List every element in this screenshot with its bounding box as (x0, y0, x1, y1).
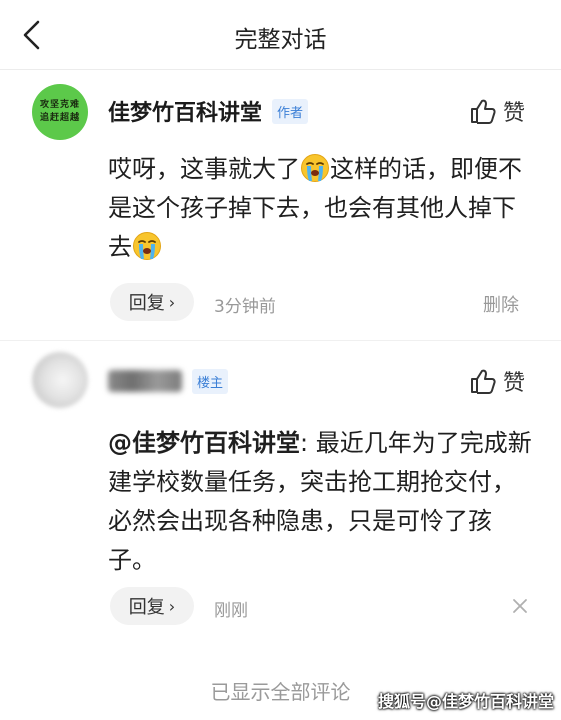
like-label: 赞 (503, 101, 526, 126)
crying-face-icon (301, 154, 329, 182)
divider (0, 340, 561, 341)
author-name-blurred[interactable] (108, 370, 182, 392)
avatar[interactable]: 攻坚克难 追赶超越 (32, 84, 88, 140)
thumbs-up-icon (471, 369, 496, 394)
comment-time: 3分钟前 (214, 297, 276, 317)
reply-label: 回复 (128, 597, 165, 618)
author-name[interactable]: 佳梦竹百科讲堂 (108, 95, 262, 127)
delete-button[interactable]: 删除 (483, 291, 519, 317)
chevron-right-icon: › (168, 596, 176, 616)
author-badge: 作者 (272, 98, 309, 124)
thumbs-up-icon (471, 99, 496, 124)
avatar[interactable] (32, 352, 88, 408)
mention-link[interactable]: @佳梦竹百科讲堂 (108, 429, 300, 457)
comment-time: 刚刚 (214, 601, 248, 621)
page-title: 完整对话 (234, 27, 327, 53)
top-bar: 完整对话 (0, 0, 561, 70)
like-button[interactable]: 赞 (469, 365, 525, 397)
like-label: 赞 (503, 371, 526, 396)
comment-text: 哎呀，这事就大了 这样的话，即便不是这个孩子掉下去，也会有其他人掉下去 (108, 150, 538, 267)
like-button[interactable]: 赞 (469, 95, 525, 127)
avatar-text-line-1: 攻坚克难 (39, 100, 80, 110)
watermark: 搜狐号@佳梦竹百科讲堂 (378, 692, 555, 711)
owner-badge: 楼主 (192, 368, 229, 394)
reply-button[interactable]: 回复 › (110, 587, 194, 625)
close-icon (513, 599, 527, 613)
chevron-right-icon: › (168, 292, 176, 312)
close-button[interactable] (510, 596, 530, 616)
author-row: 佳梦竹百科讲堂 作者 (108, 95, 309, 127)
comment-text-part-1: 哎呀，这事就大了 (108, 155, 300, 183)
comment-text: @佳梦竹百科讲堂: 最近几年为了完成新建学校数量任务，突击抢工期抢交付，必然会出… (108, 424, 538, 580)
reply-button[interactable]: 回复 › (110, 283, 194, 321)
author-row: 楼主 (108, 366, 229, 396)
crying-face-icon (133, 232, 161, 260)
reply-label: 回复 (128, 293, 165, 314)
avatar-text-line-2: 追赶超越 (39, 113, 80, 123)
